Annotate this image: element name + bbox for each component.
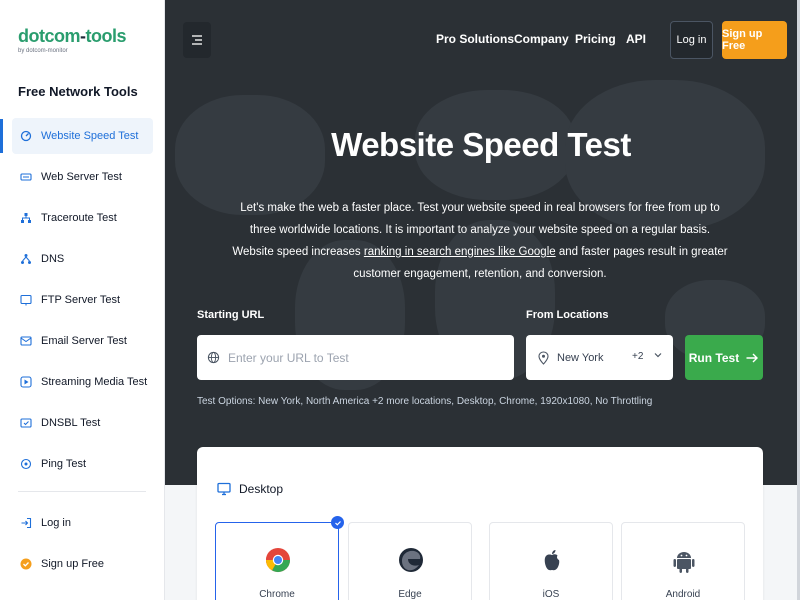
selected-location: New York (557, 351, 604, 364)
brand-subtitle: by dotcom-monitor (18, 48, 68, 54)
selected-check-icon (331, 516, 344, 529)
android-icon (673, 552, 695, 573)
sidebar-item-ftp-server-test[interactable]: FTP Server Test (12, 282, 153, 318)
sidebar-signup[interactable]: Sign up Free (12, 546, 153, 582)
sidebar-signup-label: Sign up Free (41, 558, 104, 570)
run-test-label: Run Test (688, 350, 740, 365)
sidebar-item-web-server-test[interactable]: Web Server Test (12, 159, 153, 195)
brand-name-part1: dotcom (18, 26, 81, 46)
sidebar-item-label: Traceroute Test (41, 212, 117, 224)
url-label: Starting URL (197, 309, 265, 321)
nav-link-pricing[interactable]: Pricing (575, 32, 616, 46)
browser-option-android[interactable]: Android (621, 522, 745, 600)
browser-name: Edge (398, 589, 422, 600)
url-input[interactable] (228, 350, 498, 365)
sidebar-item-ping-test[interactable]: Ping Test (12, 446, 153, 482)
globe-icon (207, 351, 220, 364)
url-field[interactable] (197, 335, 514, 380)
ranking-link[interactable]: ranking in search engines like Google (364, 246, 556, 258)
sidebar-item-label: Ping Test (41, 458, 87, 470)
sidebar-item-traceroute-test[interactable]: Traceroute Test (12, 200, 153, 236)
browser-name: iOS (542, 589, 560, 600)
sidebar-item-website-speed-test[interactable]: Website Speed Test (12, 118, 153, 154)
sidebar-divider (18, 491, 146, 492)
top-navbar: Pro Solutions Company Pricing API Log in… (165, 0, 797, 78)
device-card: Desktop Chrome Edge iOS Android (197, 447, 763, 600)
edge-icon (399, 548, 423, 572)
network-icon (20, 212, 32, 224)
browser-option-edge[interactable]: Edge (348, 522, 472, 600)
play-icon (20, 376, 32, 388)
more-locations-count: +2 (632, 351, 644, 362)
browser-option-chrome[interactable]: Chrome (215, 516, 344, 600)
test-options-summary: Test Options: New York, North America +2… (197, 396, 653, 407)
email-icon (20, 335, 32, 347)
brand-name-part2: tools (85, 26, 127, 46)
speedometer-icon (20, 130, 32, 142)
http-icon (20, 171, 32, 183)
sidebar-login[interactable]: Log in (12, 505, 153, 541)
sidebar-item-streaming-media-test[interactable]: Streaming Media Test (12, 364, 153, 400)
hero-description: Let's make the web a faster place. Test … (230, 197, 730, 285)
dns-icon (20, 253, 32, 265)
login-button[interactable]: Log in (670, 21, 713, 59)
brand-name: dotcom-tools (18, 26, 126, 47)
arrow-right-icon (746, 353, 759, 362)
login-icon (20, 517, 32, 529)
hamburger-icon (192, 35, 202, 45)
sidebar-item-label: Website Speed Test (41, 130, 139, 142)
browser-name: Android (665, 589, 701, 600)
sidebar-item-label: DNS (41, 253, 65, 265)
browser-name: Chrome (259, 589, 295, 600)
device-header: Desktop (217, 482, 283, 496)
sidebar-item-label: FTP Server Test (41, 294, 121, 306)
sidebar-login-label: Log in (41, 517, 71, 529)
desktop-icon (217, 482, 231, 496)
location-pin-icon (538, 350, 549, 365)
nav-link-company[interactable]: Company (514, 32, 569, 46)
sidebar-item-label: Web Server Test (41, 171, 122, 183)
apple-icon (544, 550, 560, 571)
sidebar-item-dnsbl-test[interactable]: DNSBL Test (12, 405, 153, 441)
brand-logo[interactable]: dotcom-tools by dotcom-monitor (18, 26, 126, 54)
chrome-icon (265, 548, 290, 573)
active-indicator (0, 119, 3, 153)
page-title: Website Speed Test (331, 126, 631, 163)
sidebar: dotcom-tools by dotcom-monitor Free Netw… (0, 0, 165, 600)
signup-check-icon (20, 558, 32, 570)
browser-option-ios[interactable]: iOS (489, 522, 613, 600)
chevron-down-icon (654, 353, 662, 358)
nav-link-api[interactable]: API (626, 32, 646, 46)
sidebar-item-label: Email Server Test (41, 335, 127, 347)
menu-toggle-button[interactable] (183, 22, 211, 58)
locations-label: From Locations (526, 309, 609, 321)
signup-button[interactable]: Sign up Free (722, 21, 787, 59)
device-title: Desktop (239, 482, 284, 496)
sidebar-item-email-server-test[interactable]: Email Server Test (12, 323, 153, 359)
ping-icon (20, 458, 32, 470)
location-select[interactable]: New York +2 (526, 335, 673, 380)
sidebar-section-title: Free Network Tools (18, 84, 138, 99)
blacklist-icon (20, 417, 32, 429)
sidebar-item-dns[interactable]: DNS (12, 241, 153, 277)
ftp-icon (20, 294, 32, 306)
sidebar-item-label: DNSBL Test (41, 417, 101, 429)
sidebar-item-label: Streaming Media Test (41, 376, 148, 388)
run-test-button[interactable]: Run Test (685, 335, 763, 380)
nav-link-pro-solutions[interactable]: Pro Solutions (436, 32, 514, 46)
hero-section: Pro Solutions Company Pricing API Log in… (165, 0, 797, 485)
